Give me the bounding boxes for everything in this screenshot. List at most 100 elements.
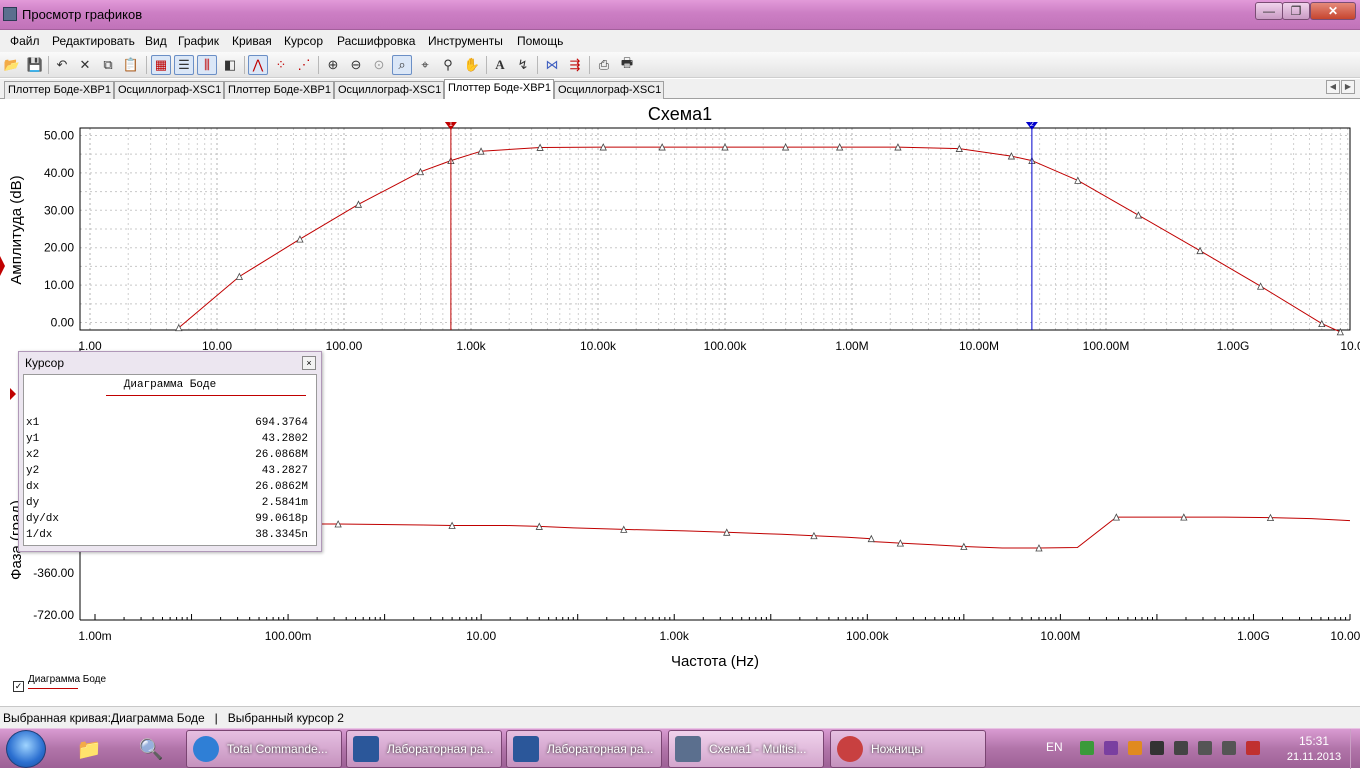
explorer-icon[interactable]: 📁: [64, 731, 114, 767]
save-icon[interactable]: 💾: [25, 55, 45, 75]
volume-icon[interactable]: [1222, 741, 1236, 755]
frequency-axis-label: Частота (Hz): [671, 653, 759, 670]
battery-icon[interactable]: [1198, 741, 1212, 755]
export-icon[interactable]: ⇶: [565, 55, 585, 75]
search-tool-icon[interactable]: 🔍: [126, 731, 176, 767]
x-tick-label: 100.00k: [704, 339, 748, 353]
x-tick-label: 10.00G: [1340, 339, 1360, 353]
cursor-panel[interactable]: Курсор × Диаграмма Боде x1 694.3764 y1 43.…: [18, 351, 322, 552]
display-icon[interactable]: [1150, 741, 1164, 755]
zoom-y-icon[interactable]: ⚲: [438, 55, 458, 75]
tab-scope-3[interactable]: Осциллограф-XSC1: [554, 81, 664, 99]
cursor-row-x2: x2 26.0868M: [26, 449, 308, 461]
taskbar-word-1[interactable]: Лабораторная ра...: [346, 730, 502, 768]
grid-icon[interactable]: ▦: [151, 55, 171, 75]
taskbar-word-2[interactable]: Лабораторная ра...: [506, 730, 662, 768]
word-icon: [353, 736, 379, 762]
legend-checkbox[interactable]: ✓: [13, 681, 24, 692]
markers-icon[interactable]: ⋰: [294, 55, 314, 75]
undo-icon[interactable]: ↶: [52, 55, 72, 75]
multisim-icon: [675, 736, 701, 762]
zoom-out-icon[interactable]: ⊖: [346, 55, 366, 75]
show-desktop-button[interactable]: [1350, 729, 1360, 769]
menu-trace[interactable]: Кривая: [232, 34, 272, 48]
tab-bode-1[interactable]: Плоттер Боде-XBP1: [4, 81, 114, 99]
zoom-select-icon[interactable]: ⌕: [392, 55, 412, 75]
menu-tools[interactable]: Инструменты: [428, 34, 503, 48]
y-tick-label: 40.00: [44, 166, 74, 180]
zoom-area-icon[interactable]: ⌖: [415, 55, 435, 75]
paste-icon[interactable]: 📋: [121, 55, 141, 75]
tab-bode-3[interactable]: Плоттер Боде-XBP1: [444, 79, 554, 99]
data-marker: [1074, 176, 1082, 184]
line-style-icon[interactable]: ⋀: [248, 55, 268, 75]
tab-scope-1[interactable]: Осциллограф-XSC1: [114, 81, 224, 99]
app-icon: [3, 7, 17, 21]
cursor-row-x1: x1 694.3764: [26, 417, 308, 429]
tray-app-icon[interactable]: [1128, 741, 1142, 755]
y-tick-label: 0.00: [51, 316, 75, 330]
magnitude-axes: 1.00 10.00 100.00 1.00k 10.00k 100.00k 1.00M 10…: [44, 127, 1360, 353]
merge-icon[interactable]: ⋈: [542, 55, 562, 75]
data-marker: [296, 235, 304, 243]
plot-marker-icon: [10, 388, 16, 400]
cursors-icon[interactable]: ⫼: [197, 55, 217, 75]
taskbar-total-commander[interactable]: Total Commande...: [186, 730, 342, 768]
print-icon[interactable]: 🖶: [617, 55, 637, 75]
data-marker: [1318, 319, 1326, 328]
menu-legend[interactable]: Расшифровка: [337, 34, 415, 48]
print-preview-icon[interactable]: ⎙: [594, 55, 614, 75]
status-bar: Выбранная кривая:Диаграмма Боде | Выбран…: [0, 706, 1360, 728]
text-icon[interactable]: A: [490, 55, 510, 75]
clock-date[interactable]: 21.11.2013: [1278, 751, 1350, 763]
zoom-fit-icon[interactable]: ⊙: [369, 55, 389, 75]
flag-icon[interactable]: [1174, 741, 1188, 755]
data-marker: [1134, 211, 1143, 219]
cursor-row-dydx: dy/dx 99.0618p: [26, 513, 308, 525]
cut-icon[interactable]: ✕: [75, 55, 95, 75]
data-marker: [1196, 246, 1204, 255]
x-tick-label: 100.00M: [1083, 339, 1130, 353]
reverse-colors-icon[interactable]: ◧: [220, 55, 240, 75]
onenote-icon[interactable]: [1104, 741, 1118, 755]
tab-scroll-right-icon[interactable]: ▶: [1341, 80, 1355, 94]
minimize-button[interactable]: —: [1255, 2, 1283, 20]
taskbar-snipping-tool[interactable]: Ножницы: [830, 730, 986, 768]
legend: ✓ Диаграмма Боде: [10, 674, 210, 694]
pan-icon[interactable]: ✋: [462, 55, 482, 75]
add-trace-icon[interactable]: ↯: [513, 55, 533, 75]
x-tick-label: 1.00m: [78, 629, 111, 643]
menu-edit[interactable]: Редактировать: [52, 34, 135, 48]
title-bar: Просмотр графиков — ❐ ✕: [0, 0, 1360, 30]
tab-scroll-left-icon[interactable]: ◀: [1326, 80, 1340, 94]
open-icon[interactable]: 📂: [2, 55, 22, 75]
cursor-readout-heading: Диаграмма Боде: [123, 379, 217, 391]
menu-graph[interactable]: График: [178, 34, 219, 48]
active-plot-marker-icon: [0, 256, 5, 276]
copy-icon[interactable]: ⧉: [98, 55, 118, 75]
legend-icon[interactable]: ☰: [174, 55, 194, 75]
window-title: Просмотр графиков: [22, 7, 143, 22]
x-tick-label: 10.00G: [1330, 629, 1360, 643]
plot-title: Схема1: [648, 104, 712, 124]
maximize-button[interactable]: ❐: [1282, 2, 1310, 20]
cursor-group[interactable]: 12: [444, 121, 1038, 330]
trace-color-line: [106, 395, 306, 396]
word-icon: [513, 736, 539, 762]
cursor-panel-close-button[interactable]: ×: [302, 356, 316, 370]
language-indicator[interactable]: EN: [1046, 740, 1063, 754]
close-button[interactable]: ✕: [1310, 2, 1356, 20]
zoom-in-icon[interactable]: ⊕: [323, 55, 343, 75]
menu-help[interactable]: Помощь: [517, 34, 563, 48]
network-icon[interactable]: [1080, 741, 1094, 755]
menu-file[interactable]: Файл: [10, 34, 40, 48]
tab-bode-2[interactable]: Плоттер Боде-XBP1: [224, 81, 334, 99]
start-button[interactable]: [6, 730, 46, 768]
tab-scope-2[interactable]: Осциллограф-XSC1: [334, 81, 444, 99]
taskbar-multisim[interactable]: Схема1 - Multisi...: [668, 730, 824, 768]
network-error-icon[interactable]: [1246, 741, 1260, 755]
dots-icon[interactable]: ⁘: [271, 55, 291, 75]
menu-cursor[interactable]: Курсор: [284, 34, 323, 48]
clock-time[interactable]: 15:31: [1290, 734, 1338, 748]
menu-view[interactable]: Вид: [145, 34, 167, 48]
